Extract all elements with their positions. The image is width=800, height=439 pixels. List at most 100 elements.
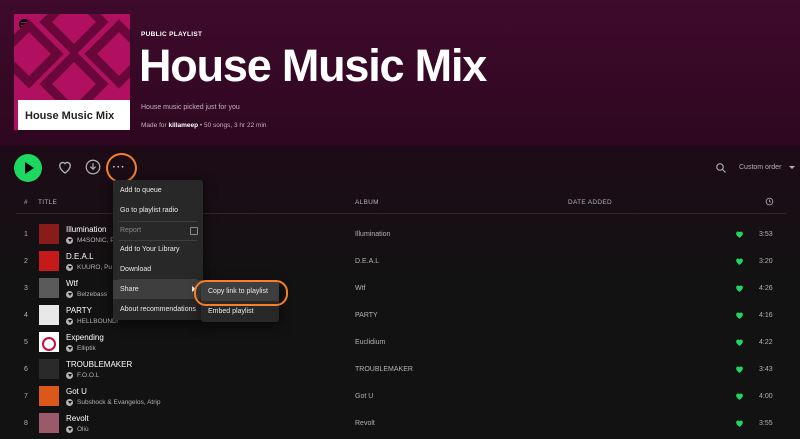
- track-artist-label: KUURO, Pu: [77, 264, 113, 271]
- downloaded-icon: [66, 264, 73, 271]
- track-artwork: [39, 359, 59, 379]
- track-artist[interactable]: Belzebass: [66, 291, 107, 298]
- track-row[interactable]: 7 Got U Subshock & Evangelos, Atrip Got …: [0, 383, 800, 410]
- made-for-prefix: Made for: [141, 122, 167, 129]
- header-date-added[interactable]: DATE ADDED: [568, 199, 612, 206]
- made-for-user-link[interactable]: killameep: [168, 122, 198, 129]
- track-duration: 4:26: [759, 285, 773, 292]
- track-artist-label: F.O.O.L: [77, 372, 100, 379]
- like-button[interactable]: [56, 158, 74, 176]
- track-duration: 4:16: [759, 312, 773, 319]
- track-number: 5: [24, 339, 28, 346]
- track-album[interactable]: PARTY: [355, 312, 378, 319]
- header-number: #: [24, 199, 28, 206]
- track-album[interactable]: D.E.A.L: [355, 258, 379, 265]
- liked-heart-icon[interactable]: [735, 392, 744, 401]
- track-row[interactable]: 8 Revolt Oliù Revolt 3:55: [0, 410, 800, 437]
- track-artwork: [39, 224, 59, 244]
- track-number: 6: [24, 366, 28, 373]
- track-number: 7: [24, 393, 28, 400]
- more-options-button[interactable]: ···: [107, 155, 131, 179]
- track-artist[interactable]: HELLBOUND!: [66, 318, 119, 325]
- menu-item-report[interactable]: Report: [113, 221, 203, 240]
- track-artwork: [39, 251, 59, 271]
- search-in-playlist-button[interactable]: [715, 162, 727, 174]
- clock-icon: [765, 197, 774, 206]
- track-duration: 3:43: [759, 366, 773, 373]
- menu-item-download[interactable]: Download: [113, 260, 203, 279]
- menu-item-label: Embed playlist: [208, 308, 254, 315]
- menu-item-share[interactable]: Share: [113, 280, 203, 299]
- track-title[interactable]: Expending: [66, 333, 104, 342]
- menu-item-embed-playlist[interactable]: Embed playlist: [201, 302, 279, 321]
- sort-order-dropdown[interactable]: Custom order: [739, 164, 796, 171]
- play-button[interactable]: [14, 154, 42, 182]
- menu-item-label: About recommendations: [120, 306, 196, 313]
- header-duration[interactable]: [765, 197, 774, 208]
- track-row[interactable]: 6 TROUBLEMAKER F.O.O.L TROUBLEMAKER 3:43: [0, 356, 800, 383]
- track-title[interactable]: Got U: [66, 387, 87, 396]
- downloaded-icon: [66, 318, 73, 325]
- liked-heart-icon[interactable]: [735, 365, 744, 374]
- menu-item-copy-link[interactable]: Copy link to playlist: [201, 282, 279, 301]
- search-icon: [716, 163, 726, 173]
- track-artist-label: Subshock & Evangelos, Atrip: [77, 399, 161, 406]
- playlist-cover[interactable]: House Music Mix: [14, 14, 130, 130]
- downloaded-icon: [66, 345, 73, 352]
- menu-item-add-to-library[interactable]: Add to Your Library: [113, 240, 203, 259]
- track-album[interactable]: Euclidium: [355, 339, 385, 346]
- liked-heart-icon[interactable]: [735, 284, 744, 293]
- track-number: 2: [24, 258, 28, 265]
- cover-title-accent: [14, 100, 18, 130]
- track-artist-label: Oliù: [77, 426, 89, 433]
- menu-item-label: Copy link to playlist: [208, 288, 268, 295]
- menu-item-add-to-queue[interactable]: Add to queue: [113, 181, 203, 200]
- track-album[interactable]: Wtf: [355, 285, 366, 292]
- track-duration: 3:20: [759, 258, 773, 265]
- downloaded-icon: [66, 372, 73, 379]
- menu-item-about-recommendations[interactable]: About recommendations: [113, 300, 203, 319]
- track-artist[interactable]: Subshock & Evangelos, Atrip: [66, 399, 160, 406]
- playlist-stats: • 50 songs, 3 hr 22 min: [199, 122, 267, 129]
- liked-heart-icon[interactable]: [735, 419, 744, 428]
- menu-item-playlist-radio[interactable]: Go to playlist radio: [113, 201, 203, 220]
- track-album[interactable]: TROUBLEMAKER: [355, 366, 413, 373]
- track-artist[interactable]: M4SONIC, Pa: [66, 237, 118, 244]
- track-album[interactable]: Got U: [355, 393, 373, 400]
- downloaded-icon: [66, 237, 73, 244]
- track-album[interactable]: Revolt: [355, 420, 375, 427]
- downloaded-icon: [66, 426, 73, 433]
- playlist-meta: Made for killameep • 50 songs, 3 hr 22 m…: [141, 122, 267, 129]
- download-button[interactable]: [84, 158, 102, 176]
- download-circle-icon: [85, 159, 101, 175]
- track-artist[interactable]: Elliptik: [66, 345, 96, 352]
- track-artwork: [39, 305, 59, 325]
- playlist-description: House music picked just for you: [141, 104, 240, 111]
- track-album[interactable]: Illumination: [355, 231, 390, 238]
- more-icon: ···: [112, 161, 126, 173]
- track-title[interactable]: D.E.A.L: [66, 252, 94, 261]
- menu-item-label: Download: [120, 266, 152, 273]
- track-artist[interactable]: KUURO, Pu: [66, 264, 112, 271]
- liked-heart-icon[interactable]: [735, 230, 744, 239]
- liked-heart-icon[interactable]: [735, 338, 744, 347]
- track-artist[interactable]: F.O.O.L: [66, 372, 99, 379]
- liked-heart-icon[interactable]: [735, 311, 744, 320]
- liked-heart-icon[interactable]: [735, 257, 744, 266]
- track-title[interactable]: PARTY: [66, 306, 92, 315]
- playlist-context-menu: Add to queue Go to playlist radio Report…: [113, 180, 203, 320]
- track-title[interactable]: TROUBLEMAKER: [66, 360, 132, 369]
- header-title[interactable]: TITLE: [38, 199, 57, 206]
- track-number: 4: [24, 312, 28, 319]
- downloaded-icon: [66, 291, 73, 298]
- share-submenu: Copy link to playlist Embed playlist: [201, 281, 279, 322]
- track-title[interactable]: Revolt: [66, 414, 89, 423]
- track-row[interactable]: 5 Expending Elliptik Euclidium 4:22: [0, 329, 800, 356]
- header-album[interactable]: ALBUM: [355, 199, 379, 206]
- track-duration: 3:53: [759, 231, 773, 238]
- track-artist[interactable]: Oliù: [66, 426, 89, 433]
- track-title[interactable]: Illumination: [66, 225, 106, 234]
- track-title[interactable]: Wtf: [66, 279, 78, 288]
- track-artist-label: HELLBOUND!: [77, 318, 119, 325]
- track-number: 3: [24, 285, 28, 292]
